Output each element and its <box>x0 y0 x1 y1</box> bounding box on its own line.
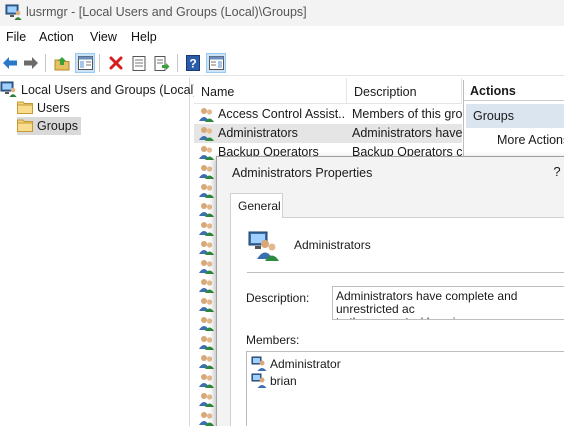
group-icon <box>198 353 215 369</box>
export-list-icon[interactable] <box>152 53 172 73</box>
menu-help[interactable]: Help <box>131 30 157 44</box>
more-actions-link[interactable]: More Actions <box>497 133 564 147</box>
menu-action[interactable]: Action <box>39 30 74 44</box>
toolbar-separator <box>45 54 46 72</box>
list-row[interactable]: Access Control Assist... Members of this… <box>194 105 462 124</box>
toolbar: ? <box>0 50 564 76</box>
group-icon <box>198 372 215 388</box>
group-icon <box>198 391 215 407</box>
group-name: Administrators <box>294 238 371 252</box>
folder-icon <box>17 100 33 117</box>
properties-dialog: Administrators Properties ? General Admi… <box>216 156 564 426</box>
group-large-icon <box>247 229 281 261</box>
list-row[interactable]: Administrators Administrators have <box>194 124 462 143</box>
group-icon <box>198 296 215 312</box>
tab-general[interactable]: General <box>230 193 283 218</box>
row-description: Members of this gro <box>352 107 462 121</box>
computer-users-icon <box>0 81 17 100</box>
menu-file[interactable]: File <box>6 30 26 44</box>
column-header-name[interactable]: Name <box>194 78 347 104</box>
title-bar: lusrmgr - [Local Users and Groups (Local… <box>0 0 564 26</box>
actions-header: Actions <box>464 80 564 101</box>
dialog-title: Administrators Properties <box>232 166 373 180</box>
description-label: Description: <box>246 291 310 305</box>
menu-bar: File Action View Help <box>0 27 564 49</box>
user-icon <box>251 373 267 388</box>
delete-icon[interactable] <box>106 53 126 73</box>
group-icon <box>198 106 215 122</box>
show-hide-tree-icon[interactable] <box>75 53 95 73</box>
group-icon <box>198 182 215 198</box>
members-list[interactable]: Administrator brian <box>246 351 564 426</box>
group-icon <box>198 220 215 236</box>
tree-item-groups-label: Groups <box>37 119 78 133</box>
group-icon <box>198 315 215 331</box>
row-name: Administrators <box>218 126 298 140</box>
group-icon <box>198 258 215 274</box>
group-icon <box>198 125 215 141</box>
forward-arrow-icon[interactable] <box>21 53 41 73</box>
group-icon <box>198 144 215 160</box>
help-icon[interactable]: ? <box>183 53 203 73</box>
column-header-description[interactable]: Description <box>347 78 462 104</box>
member-name: brian <box>270 374 297 388</box>
toolbar-separator <box>177 54 178 72</box>
tree-item-groups[interactable]: Groups <box>17 117 81 135</box>
tree-pane: Local Users and Groups (Local) Users Gro… <box>0 78 197 426</box>
divider <box>247 272 564 273</box>
svg-text:?: ? <box>189 57 196 71</box>
back-arrow-icon[interactable] <box>0 53 20 73</box>
tree-item-users-label: Users <box>37 101 70 115</box>
group-icon <box>198 201 215 217</box>
window-title: lusrmgr - [Local Users and Groups (Local… <box>26 5 307 19</box>
show-hide-action-pane-icon[interactable] <box>206 53 226 73</box>
member-name: Administrator <box>270 357 341 371</box>
menu-view[interactable]: View <box>90 30 117 44</box>
general-tab-panel: Administrators Description: Administrato… <box>230 217 564 426</box>
tree-root[interactable]: Local Users and Groups (Local) <box>0 81 197 99</box>
tree-root-label: Local Users and Groups (Local) <box>21 83 198 97</box>
group-icon <box>198 163 215 179</box>
row-description: Administrators have <box>352 126 462 140</box>
tree-item-users[interactable]: Users <box>17 99 70 117</box>
members-label: Members: <box>246 333 300 347</box>
actions-section-groups[interactable]: Groups <box>466 104 564 128</box>
group-icon <box>198 410 215 426</box>
user-icon <box>251 356 267 371</box>
group-icon <box>198 277 215 293</box>
computer-users-icon <box>5 4 22 20</box>
group-icon <box>198 239 215 255</box>
description-field[interactable]: Administrators have complete and unrestr… <box>332 286 564 320</box>
row-name: Access Control Assist... <box>218 107 346 121</box>
toolbar-separator <box>99 54 100 72</box>
group-icon <box>198 334 215 350</box>
properties-icon[interactable] <box>129 53 149 73</box>
up-folder-icon[interactable] <box>52 53 72 73</box>
dialog-help-button[interactable]: ? <box>550 164 564 180</box>
folder-icon <box>17 118 33 135</box>
